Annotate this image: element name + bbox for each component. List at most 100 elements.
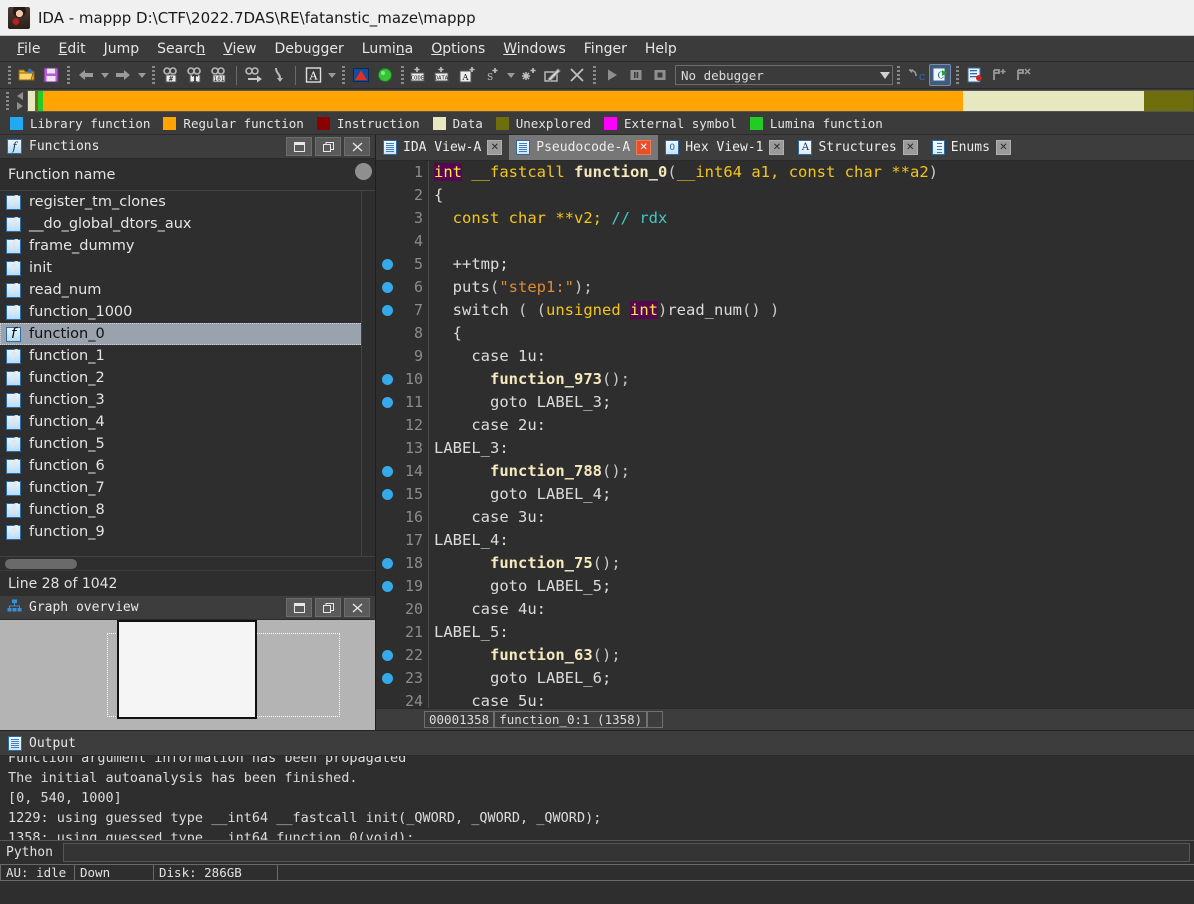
functions-vertical-scrollbar[interactable] — [361, 191, 375, 556]
functions-list-item[interactable]: f init — [0, 257, 375, 279]
functions-close-button[interactable] — [344, 137, 370, 156]
breakpoint-marker-icon[interactable] — [376, 305, 398, 316]
step-into-c-icon[interactable]: C — [905, 64, 927, 86]
tab-close-icon[interactable]: ✕ — [995, 140, 1011, 155]
run-icon[interactable] — [601, 64, 623, 86]
functions-list-item[interactable]: f function_0 — [0, 323, 375, 345]
pseudocode-view[interactable]: 1 int __fastcall function_0(__int64 a1, c… — [376, 161, 1194, 708]
make-code-icon[interactable]: CODE — [409, 64, 431, 86]
search-hash-icon[interactable]: # — [160, 64, 182, 86]
pseudocode-line[interactable]: 22 function_63(); — [376, 644, 1194, 667]
navband-left-arrow-icon[interactable] — [17, 92, 23, 100]
warning-icon[interactable] — [350, 64, 372, 86]
pseudocode-line[interactable]: 21 LABEL_5: — [376, 621, 1194, 644]
functions-scroll-thumb[interactable] — [355, 163, 372, 180]
functions-list-item[interactable]: f function_4 — [0, 411, 375, 433]
pseudocode-line[interactable]: 19 goto LABEL_5; — [376, 575, 1194, 598]
functions-list-item[interactable]: f function_2 — [0, 367, 375, 389]
graph-restore-button[interactable] — [286, 598, 312, 617]
navigation-band[interactable] — [27, 90, 1194, 112]
delete-icon[interactable] — [566, 64, 588, 86]
pseudocode-line[interactable]: 17 LABEL_4: — [376, 529, 1194, 552]
edit-function-icon[interactable] — [542, 64, 564, 86]
save-icon[interactable] — [40, 64, 62, 86]
navband-segment-data-block[interactable] — [963, 91, 1144, 111]
text-view-dropdown-icon[interactable] — [325, 64, 338, 86]
pseudocode-line[interactable]: 13 LABEL_3: — [376, 437, 1194, 460]
python-console-input[interactable] — [62, 842, 1190, 862]
navband-segment-unexplored-b[interactable] — [1169, 91, 1193, 111]
functions-restore-button[interactable] — [286, 137, 312, 156]
add-breakpoint-icon[interactable] — [988, 64, 1010, 86]
make-struct-dropdown-icon[interactable] — [504, 64, 517, 86]
functions-list-item[interactable]: f register_tm_clones — [0, 191, 375, 213]
functions-list-item[interactable]: f function_3 — [0, 389, 375, 411]
output-log[interactable]: Function argument information has been p… — [0, 756, 1194, 841]
functions-list-item[interactable]: f function_1000 — [0, 301, 375, 323]
breakpoint-marker-icon[interactable] — [376, 374, 398, 385]
menu-debugger[interactable]: Debugger — [265, 39, 352, 59]
open-folder-icon[interactable] — [16, 64, 38, 86]
breakpoint-marker-icon[interactable] — [376, 673, 398, 684]
forward-arrow-icon[interactable] — [112, 64, 134, 86]
make-struct-icon[interactable]: S — [481, 64, 503, 86]
breakpoint-marker-icon[interactable] — [376, 259, 398, 270]
functions-list-item[interactable]: f function_6 — [0, 455, 375, 477]
breakpoint-marker-icon[interactable] — [376, 650, 398, 661]
search-binary-icon[interactable]: 101 — [208, 64, 230, 86]
green-circle-icon[interactable] — [374, 64, 396, 86]
menu-jump[interactable]: Jump — [95, 39, 149, 59]
functions-list-item[interactable]: f function_9 — [0, 521, 375, 543]
pseudocode-line[interactable]: 15 goto LABEL_4; — [376, 483, 1194, 506]
back-arrow-icon[interactable] — [75, 64, 97, 86]
debugger-selector[interactable]: No debugger — [675, 65, 893, 85]
text-view-icon[interactable]: A — [302, 64, 324, 86]
pseudocode-line[interactable]: 10 function_973(); — [376, 368, 1194, 391]
menu-help[interactable]: Help — [636, 39, 686, 59]
search-text-icon[interactable]: T — [184, 64, 206, 86]
breakpoint-marker-icon[interactable] — [376, 397, 398, 408]
functions-list[interactable]: f register_tm_clones f __do_global_dtors_au… — [0, 191, 375, 556]
menu-windows[interactable]: Windows — [494, 39, 575, 59]
breakpoint-marker-icon[interactable] — [376, 558, 398, 569]
graph-overview-canvas[interactable] — [0, 620, 375, 730]
delete-breakpoint-icon[interactable] — [1012, 64, 1034, 86]
tab-structures[interactable]: A Structures ✕ — [791, 135, 925, 160]
functions-hscroll-thumb[interactable] — [5, 559, 77, 569]
functions-list-item[interactable]: f function_5 — [0, 433, 375, 455]
tab-enums[interactable]: Enums ✕ — [924, 135, 1018, 160]
tab-close-icon[interactable]: ✕ — [769, 140, 785, 155]
menu-options[interactable]: Options — [422, 39, 494, 59]
functions-horizontal-scrollbar[interactable] — [0, 556, 375, 570]
navband-scroll-arrows[interactable] — [13, 90, 27, 112]
pseudocode-line[interactable]: 7 switch ( (unsigned int)read_num() ) — [376, 299, 1194, 322]
menu-finger[interactable]: Finger — [575, 39, 636, 59]
pseudocode-line[interactable]: 24 case 5u: — [376, 690, 1194, 708]
graph-maximize-button[interactable] — [315, 598, 341, 617]
breakpoint-marker-icon[interactable] — [376, 581, 398, 592]
make-unexplored-icon[interactable] — [518, 64, 540, 86]
pseudocode-line[interactable]: 4 — [376, 230, 1194, 253]
pseudocode-line[interactable]: 14 function_788(); — [376, 460, 1194, 483]
pseudocode-lines[interactable]: 1 int __fastcall function_0(__int64 a1, c… — [376, 161, 1194, 708]
pseudocode-line[interactable]: 11 goto LABEL_3; — [376, 391, 1194, 414]
tab-ida-view-a[interactable]: IDA View-A ✕ — [376, 135, 510, 160]
menu-edit[interactable]: Edit — [49, 39, 94, 59]
back-dropdown-icon[interactable] — [98, 64, 111, 86]
jump-down-icon[interactable] — [267, 64, 289, 86]
pseudocode-line[interactable]: 3 const char **v2; // rdx — [376, 207, 1194, 230]
pseudocode-line[interactable]: 23 goto LABEL_6; — [376, 667, 1194, 690]
step-over-c-icon[interactable]: C — [929, 64, 951, 86]
pseudocode-line[interactable]: 1 int __fastcall function_0(__int64 a1, c… — [376, 161, 1194, 184]
pseudocode-line[interactable]: 9 case 1u: — [376, 345, 1194, 368]
stop-icon[interactable] — [649, 64, 671, 86]
functions-maximize-button[interactable] — [315, 137, 341, 156]
menu-lumina[interactable]: Lumina — [353, 39, 422, 59]
navband-segment-regular-function-main[interactable] — [42, 91, 964, 111]
functions-column-header[interactable]: Function name — [0, 159, 375, 191]
pseudocode-line[interactable]: 18 function_75(); — [376, 552, 1194, 575]
pseudocode-line[interactable]: 8 { — [376, 322, 1194, 345]
menu-file[interactable]: File — [8, 39, 49, 59]
functions-list-item[interactable]: f function_7 — [0, 477, 375, 499]
pseudocode-line[interactable]: 5 ++tmp; — [376, 253, 1194, 276]
